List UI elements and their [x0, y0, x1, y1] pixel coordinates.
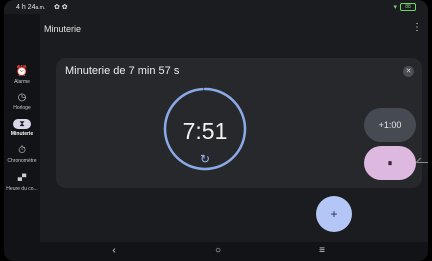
more-options-icon[interactable]: ⋮ — [412, 22, 422, 33]
close-timer-button[interactable]: ✕ — [403, 66, 414, 77]
battery-icon: 88 — [400, 3, 416, 11]
rail-label-clock: Horloge — [13, 105, 31, 111]
alarm-icon: ⏰ — [15, 66, 29, 77]
status-time: 4 h 24a.m. — [16, 4, 45, 11]
app-title: Minuterie — [44, 24, 82, 34]
status-time-value: 4 h 24 — [16, 4, 36, 11]
add-timer-button[interactable]: + — [316, 196, 352, 232]
status-time-suffix: a.m. — [35, 5, 46, 11]
pause-icon: ⏸ — [387, 158, 393, 168]
system-navigation-bar: ‹ ○ ≡ — [4, 242, 428, 261]
bed-icon: ▄▀ — [17, 175, 27, 181]
notification-icons: ✿ ✿ — [54, 4, 68, 11]
navigation-rail: ⏰ Alarme ◷ Horloge ⧗ Minuterie ⏱ Chronom… — [4, 14, 40, 244]
screen: 4 h 24a.m. ✿ ✿ ▾ 88 ⏰ Alarme ◷ Horloge ⧗… — [4, 0, 428, 261]
reset-icon[interactable]: ↻ — [199, 153, 211, 165]
rail-item-clock[interactable]: ◷ Horloge — [4, 92, 40, 111]
status-bar: 4 h 24a.m. ✿ ✿ ▾ 88 — [4, 0, 428, 14]
add-minute-button[interactable]: +1:00 — [364, 108, 416, 142]
remaining-time: 7:51 — [182, 118, 228, 144]
stopwatch-icon: ⏱ — [18, 145, 26, 156]
rail-label-bedtime: Heure du co... — [6, 186, 38, 192]
side-indicator — [416, 162, 428, 163]
plus-icon: + — [330, 207, 338, 221]
rail-item-timer[interactable]: ⧗ Minuterie — [4, 119, 40, 137]
pause-button[interactable]: ⏸ — [364, 146, 416, 180]
rail-label-stopwatch: Chronomètre — [7, 158, 37, 164]
rail-item-bedtime[interactable]: ▄▀ Heure du co... — [4, 173, 40, 192]
recents-icon[interactable]: ≡ — [314, 245, 330, 257]
back-icon[interactable]: ‹ — [106, 245, 122, 257]
wifi-icon: ▾ — [393, 4, 397, 11]
timer-card[interactable]: Minuterie de 7 min 57 s ✕ 7:51 ↻ +1:00 ⏸ — [56, 58, 422, 188]
rail-label-timer: Minuterie — [10, 131, 34, 137]
rail-item-stopwatch[interactable]: ⏱ Chronomètre — [4, 145, 40, 164]
device-frame: 4 h 24a.m. ✿ ✿ ▾ 88 ⏰ Alarme ◷ Horloge ⧗… — [0, 0, 432, 261]
rail-label-alarm: Alarme — [14, 79, 30, 85]
home-icon[interactable]: ○ — [210, 245, 226, 257]
clock-icon: ◷ — [17, 92, 27, 103]
hourglass-icon: ⧗ — [13, 119, 31, 129]
timer-label[interactable]: Minuterie de 7 min 57 s — [65, 65, 179, 77]
rail-item-alarm[interactable]: ⏰ Alarme — [4, 66, 40, 85]
status-icons: ▾ 88 — [393, 3, 416, 11]
